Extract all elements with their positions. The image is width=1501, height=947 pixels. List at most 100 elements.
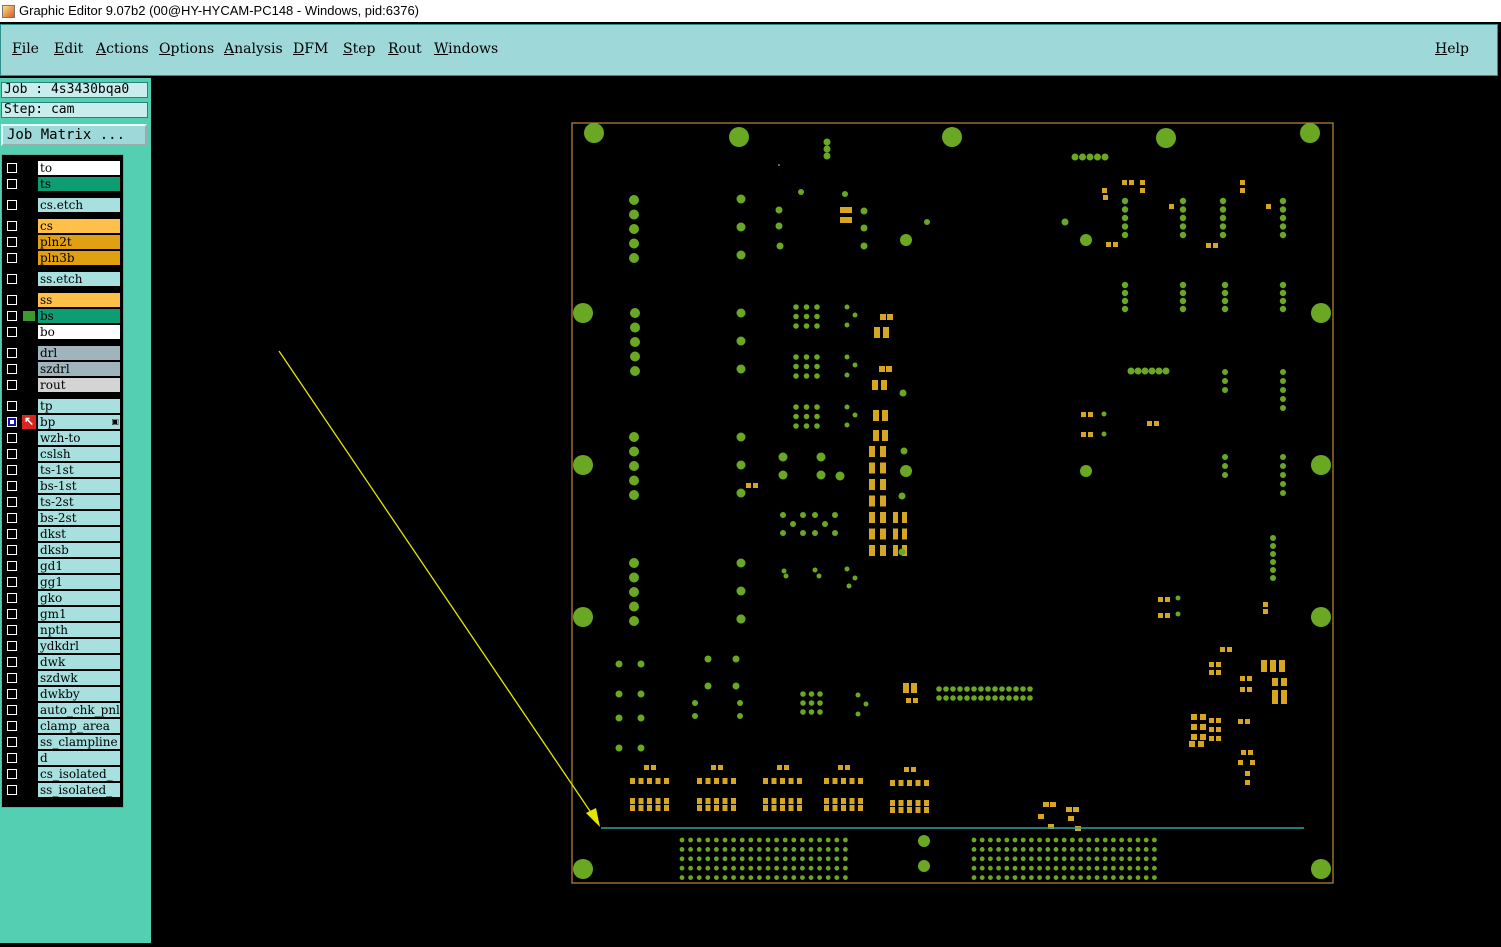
menu-windows[interactable]: Windows (434, 41, 498, 57)
layer-name[interactable]: bp ▣ (38, 415, 120, 429)
layer-name[interactable]: cs.etch (38, 198, 120, 212)
layer-checkbox[interactable] (7, 513, 17, 523)
layer-row-gko[interactable]: gko (2, 590, 124, 606)
layer-row-bo[interactable]: bo (2, 324, 124, 340)
layer-checkbox[interactable] (7, 237, 17, 247)
layer-name[interactable]: auto_chk_pnl (38, 703, 120, 717)
layer-name[interactable]: gm1 (38, 607, 120, 621)
layer-name[interactable]: szdrl (38, 362, 120, 376)
layer-row-bs-1st[interactable]: bs-1st (2, 478, 124, 494)
layer-checkbox[interactable] (7, 348, 17, 358)
layer-checkbox[interactable] (7, 380, 17, 390)
job-matrix-button[interactable]: Job Matrix ... (1, 124, 147, 146)
layer-name[interactable]: gko (38, 591, 120, 605)
layer-row-npth[interactable]: npth (2, 622, 124, 638)
layer-name[interactable]: rout (38, 378, 120, 392)
layer-row-pln3b[interactable]: pln3b (2, 250, 124, 266)
layer-row-ss.etch[interactable]: ss.etch (2, 271, 124, 287)
layer-checkbox[interactable] (7, 657, 17, 667)
layer-name[interactable]: ts (38, 177, 120, 191)
layer-row-dkst[interactable]: dkst (2, 526, 124, 542)
layer-checkbox[interactable] (7, 481, 17, 491)
layer-name[interactable]: ss_isolated_ (38, 783, 120, 797)
layer-name[interactable]: cs_isolated_ (38, 767, 120, 781)
layer-checkbox[interactable] (7, 673, 17, 683)
layer-row-dwk[interactable]: dwk (2, 654, 124, 670)
layer-row-dwkby[interactable]: dwkby (2, 686, 124, 702)
layer-checkbox[interactable] (7, 200, 17, 210)
layer-checkbox[interactable] (7, 577, 17, 587)
layer-name[interactable]: ss_clampline (38, 735, 120, 749)
layer-checkbox[interactable] (7, 417, 17, 427)
layer-name[interactable]: dwkby (38, 687, 120, 701)
layer-row-pln2t[interactable]: pln2t (2, 234, 124, 250)
layer-name[interactable]: ts-2st (38, 495, 120, 509)
layer-name[interactable]: d (38, 751, 120, 765)
layer-checkbox[interactable] (7, 221, 17, 231)
layer-row-d[interactable]: d (2, 750, 124, 766)
layer-row-bs[interactable]: bs (2, 308, 124, 324)
layer-row-auto_chk_pnl[interactable]: auto_chk_pnl (2, 702, 124, 718)
layer-row-ts[interactable]: ts (2, 176, 124, 192)
layer-checkbox[interactable] (7, 497, 17, 507)
menu-dfm[interactable]: DFM (293, 41, 328, 57)
layer-row-ss[interactable]: ss (2, 292, 124, 308)
menu-rout[interactable]: Rout (388, 41, 422, 57)
layer-row-gm1[interactable]: gm1 (2, 606, 124, 622)
layer-checkbox[interactable] (7, 179, 17, 189)
layer-name[interactable]: gg1 (38, 575, 120, 589)
layer-checkbox[interactable] (7, 609, 17, 619)
layer-name[interactable]: bs-2st (38, 511, 120, 525)
layer-row-szdwk[interactable]: szdwk (2, 670, 124, 686)
layer-row-ts-1st[interactable]: ts-1st (2, 462, 124, 478)
layer-name[interactable]: cs (38, 219, 120, 233)
layer-row-cs_isolated_[interactable]: cs_isolated_ (2, 766, 124, 782)
layer-row-ss_clampline[interactable]: ss_clampline (2, 734, 124, 750)
layer-checkbox[interactable] (7, 295, 17, 305)
layer-checkbox[interactable] (7, 593, 17, 603)
layer-name[interactable]: gd1 (38, 559, 120, 573)
layer-row-dksb[interactable]: dksb (2, 542, 124, 558)
layer-row-drl[interactable]: drl (2, 345, 124, 361)
layer-row-cs[interactable]: cs (2, 218, 124, 234)
layer-name[interactable]: pln2t (38, 235, 120, 249)
layer-name[interactable]: tp (38, 399, 120, 413)
menu-help[interactable]: Help (1435, 41, 1469, 57)
layer-checkbox[interactable] (7, 163, 17, 173)
layer-name[interactable]: bs (38, 309, 120, 323)
menu-file[interactable]: File (12, 41, 39, 57)
layer-name[interactable]: wzh-to (38, 431, 120, 445)
layer-checkbox[interactable] (7, 721, 17, 731)
layer-checkbox[interactable] (7, 364, 17, 374)
layer-checkbox[interactable] (7, 785, 17, 795)
layer-row-gg1[interactable]: gg1 (2, 574, 124, 590)
layer-row-tp[interactable]: tp (2, 398, 124, 414)
layer-row-ss_isolated_[interactable]: ss_isolated_ (2, 782, 124, 798)
layer-row-gd1[interactable]: gd1 (2, 558, 124, 574)
layer-checkbox[interactable] (7, 561, 17, 571)
layer-checkbox[interactable] (7, 753, 17, 763)
layer-checkbox[interactable] (7, 311, 17, 321)
layer-row-to[interactable]: to (2, 160, 124, 176)
layer-row-ts-2st[interactable]: ts-2st (2, 494, 124, 510)
layer-name[interactable]: ydkdrl (38, 639, 120, 653)
layer-row-szdrl[interactable]: szdrl (2, 361, 124, 377)
layer-name[interactable]: dkst (38, 527, 120, 541)
layer-name[interactable]: cslsh (38, 447, 120, 461)
layer-name[interactable]: bo (38, 325, 120, 339)
menu-analysis[interactable]: Analysis (224, 41, 283, 57)
layer-checkbox[interactable] (7, 327, 17, 337)
graphic-canvas[interactable] (151, 78, 1501, 943)
layer-name[interactable]: to (38, 161, 120, 175)
layer-name[interactable]: clamp_area (38, 719, 120, 733)
layer-row-cs.etch[interactable]: cs.etch (2, 197, 124, 213)
layer-checkbox[interactable] (7, 737, 17, 747)
layer-name[interactable]: dwk (38, 655, 120, 669)
layer-row-cslsh[interactable]: cslsh (2, 446, 124, 462)
layer-checkbox[interactable] (7, 705, 17, 715)
layer-checkbox[interactable] (7, 253, 17, 263)
menu-edit[interactable]: Edit (54, 41, 83, 57)
layer-checkbox[interactable] (7, 465, 17, 475)
layer-name[interactable]: pln3b (38, 251, 120, 265)
layer-checkbox[interactable] (7, 641, 17, 651)
